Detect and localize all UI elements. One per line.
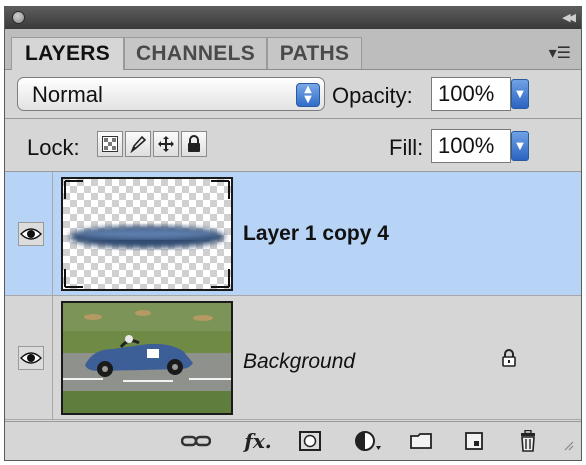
panel-menu-icon[interactable]: ▾☰ [549, 43, 571, 62]
blend-mode-select[interactable]: Normal ▲ ▼ [17, 77, 325, 111]
lock-fill-row: Lock: Fill: 100% ▼ [5, 119, 581, 171]
layer-row-background[interactable]: Background [5, 296, 581, 420]
fill-dropdown-icon[interactable]: ▼ [511, 131, 529, 161]
blend-opacity-row: Normal ▲ ▼ Opacity: 100% ▼ [5, 70, 581, 118]
visibility-eye-icon[interactable] [18, 222, 44, 246]
opacity-dropdown-icon[interactable]: ▼ [511, 79, 529, 109]
visibility-eye-icon[interactable] [18, 346, 44, 370]
layer-style-fx-icon[interactable]: fx. [241, 429, 275, 453]
visibility-column [5, 296, 53, 419]
lock-image-pixels-icon[interactable] [125, 131, 151, 157]
layers-list: Layer 1 copy 4 Background [5, 172, 581, 422]
opacity-label: Opacity: [332, 83, 413, 108]
fill-label: Fill: [389, 135, 424, 160]
lock-transparent-pixels-icon[interactable] [97, 131, 123, 157]
adjustment-layer-icon[interactable] [353, 430, 383, 452]
new-layer-icon[interactable] [463, 430, 485, 452]
resize-grip-icon[interactable] [561, 438, 575, 452]
layers-panel: ◀◀ LAYERS CHANNELS PATHS ▾☰ Normal ▲ ▼ Op… [4, 6, 582, 461]
tab-channels[interactable]: CHANNELS [124, 37, 267, 69]
link-layers-icon[interactable] [181, 430, 211, 452]
lock-label: Lock: [27, 135, 80, 160]
fill-field[interactable]: 100% [431, 129, 511, 163]
layer-row-layer-1-copy-4[interactable]: Layer 1 copy 4 [5, 172, 581, 296]
lock-position-icon[interactable] [153, 131, 179, 157]
layer-thumbnail-transparent[interactable] [61, 177, 233, 291]
layer-thumbnail-photo[interactable] [61, 301, 233, 415]
trash-icon[interactable] [517, 430, 539, 452]
blend-mode-value: Normal [32, 82, 103, 107]
layer-mask-icon[interactable] [297, 430, 323, 452]
layer-name[interactable]: Layer 1 copy 4 [243, 222, 389, 246]
close-panel-button[interactable] [12, 11, 25, 24]
panel-footer-toolbar: fx. [5, 421, 581, 460]
tab-paths[interactable]: PATHS [267, 37, 362, 69]
visibility-column [5, 172, 53, 295]
tab-layers[interactable]: LAYERS [11, 37, 124, 70]
panel-title-bar[interactable]: ◀◀ [5, 7, 581, 29]
layer-locked-icon [501, 348, 517, 373]
group-folder-icon[interactable] [409, 430, 433, 452]
blend-mode-stepper-icon[interactable]: ▲ ▼ [296, 83, 320, 107]
layer-name[interactable]: Background [243, 350, 355, 374]
panel-tab-strip: LAYERS CHANNELS PATHS ▾☰ [5, 29, 581, 70]
collapse-panel-icon[interactable]: ◀◀ [562, 11, 576, 24]
opacity-field[interactable]: 100% [431, 77, 511, 111]
lock-all-icon[interactable] [181, 131, 207, 157]
